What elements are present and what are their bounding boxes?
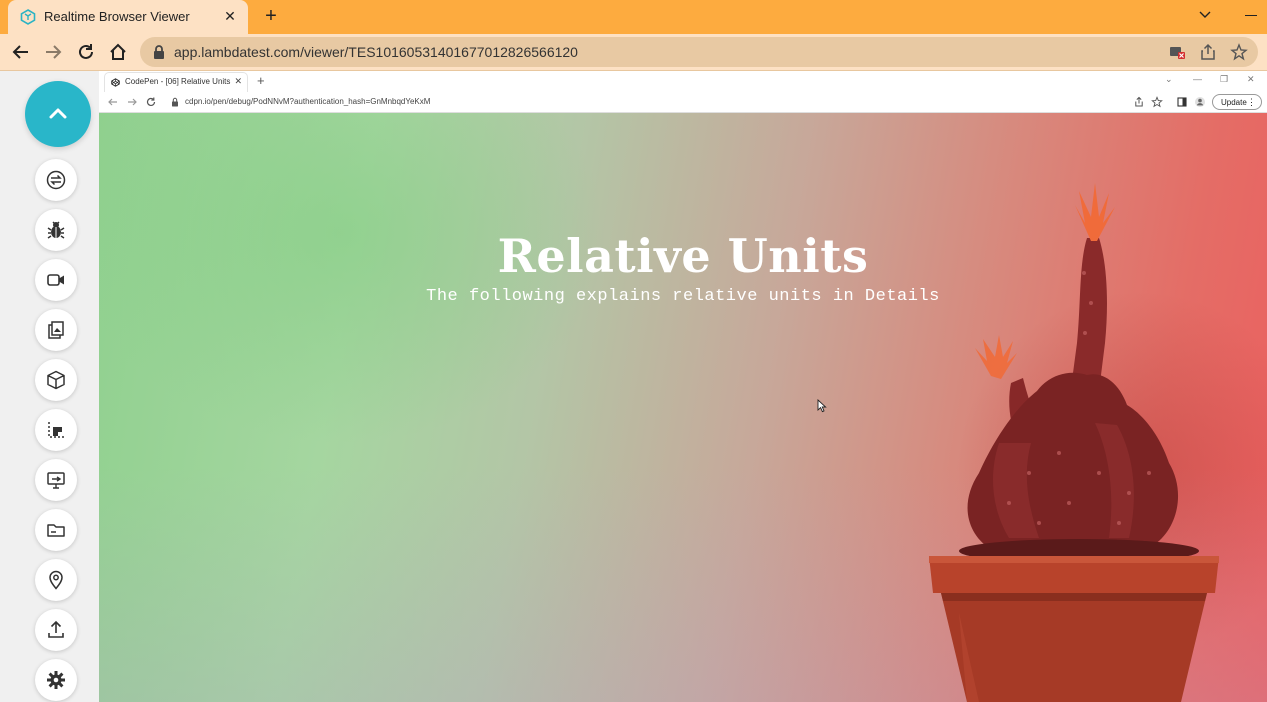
- screenshot-gallery-button[interactable]: [35, 309, 77, 351]
- address-bar[interactable]: app.lambdatest.com/viewer/TES10160531401…: [140, 37, 1258, 67]
- remote-screen-button[interactable]: [35, 459, 77, 501]
- remote-minimize-icon[interactable]: —: [1193, 74, 1202, 84]
- remote-toolbar: cdpn.io/pen/debug/PodNNvM?authentication…: [99, 92, 1267, 113]
- remote-share-icon[interactable]: [1133, 96, 1145, 108]
- resolution-button[interactable]: [35, 409, 77, 451]
- address-url: app.lambdatest.com/viewer/TES10160531401…: [174, 44, 578, 60]
- remote-update-label: Update: [1221, 98, 1247, 107]
- monitor-icon: [47, 472, 65, 489]
- bug-icon: [47, 221, 65, 239]
- settings-button[interactable]: [35, 659, 77, 701]
- folder-icon: [47, 524, 65, 537]
- remote-reload-icon[interactable]: [145, 96, 157, 108]
- remote-profile-avatar-icon[interactable]: [1194, 96, 1206, 108]
- refresh-swap-icon: [46, 170, 66, 190]
- remote-lock-icon: [172, 97, 178, 107]
- home-icon[interactable]: [108, 42, 128, 62]
- bookmark-star-icon[interactable]: [1230, 43, 1248, 61]
- remote-back-arrow-icon[interactable]: [107, 96, 119, 108]
- bug-report-button[interactable]: [35, 209, 77, 251]
- page-title: Relative Units: [497, 229, 869, 283]
- remote-tab-bar: CodePen - [06] Relative Units ✕ + ⌄ — ❐ …: [99, 71, 1267, 92]
- remote-close-tab-icon[interactable]: ✕: [234, 76, 242, 87]
- screen: Realtime Browser Viewer ✕ + app.lambdate…: [0, 0, 1267, 702]
- close-tab-icon[interactable]: ✕: [222, 8, 238, 24]
- lambdatest-sidebar: [0, 71, 99, 702]
- 3d-box-button[interactable]: [35, 359, 77, 401]
- upload-icon: [48, 620, 64, 638]
- cube-icon: [47, 370, 65, 390]
- forward-arrow-icon[interactable]: [43, 42, 63, 62]
- codepen-logo-icon: [111, 78, 120, 87]
- reload-icon[interactable]: [76, 42, 96, 62]
- video-camera-icon: [47, 274, 64, 286]
- crop-icon: [48, 422, 64, 438]
- blocked-popup-icon[interactable]: [1168, 43, 1186, 61]
- remote-restore-icon[interactable]: ❐: [1220, 74, 1228, 85]
- switch-browser-button[interactable]: [35, 159, 77, 201]
- record-video-button[interactable]: [35, 259, 77, 301]
- remote-forward-arrow-icon[interactable]: [126, 96, 138, 108]
- location-pin-icon: [49, 570, 63, 590]
- web-page: Relative Units The following explains re…: [99, 113, 1267, 702]
- new-tab-button[interactable]: +: [260, 5, 282, 27]
- cactus-pot-illustration: [929, 183, 1219, 702]
- remote-close-window-icon[interactable]: ✕: [1247, 74, 1255, 85]
- remote-address-url[interactable]: cdpn.io/pen/debug/PodNNvM?authentication…: [185, 97, 430, 106]
- outer-tab-title: Realtime Browser Viewer: [44, 9, 190, 24]
- gear-icon: [47, 671, 65, 689]
- geolocation-button[interactable]: [35, 559, 77, 601]
- remote-menu-kebab-icon[interactable]: ⋮: [1247, 96, 1256, 108]
- outer-tab-bar: Realtime Browser Viewer ✕ +: [0, 0, 1267, 34]
- mouse-cursor-icon: [817, 399, 827, 413]
- collapse-sidebar-button[interactable]: [25, 81, 91, 147]
- share-icon[interactable]: [1199, 43, 1217, 61]
- tab-search-chevron-icon[interactable]: [1197, 6, 1213, 22]
- lambdatest-logo-icon: [20, 9, 36, 25]
- remote-tab-title: CodePen - [06] Relative Units: [125, 77, 231, 86]
- files-button[interactable]: [35, 509, 77, 551]
- remote-update-button[interactable]: Update ⋮: [1212, 94, 1262, 110]
- outer-tab-realtime-viewer[interactable]: Realtime Browser Viewer ✕: [8, 0, 248, 34]
- lock-icon: [154, 45, 164, 59]
- page-subtitle: The following explains relative units in…: [426, 287, 940, 306]
- remote-tab-search-icon[interactable]: ⌄: [1165, 74, 1173, 85]
- chevron-up-icon: [49, 108, 67, 119]
- remote-new-tab-button[interactable]: +: [257, 73, 265, 88]
- remote-tab-codepen[interactable]: CodePen - [06] Relative Units ✕: [105, 73, 247, 92]
- minimize-window-icon[interactable]: [1245, 15, 1257, 16]
- gallery-icon: [48, 321, 64, 339]
- back-arrow-icon[interactable]: [11, 42, 31, 62]
- outer-toolbar: app.lambdatest.com/viewer/TES10160531401…: [0, 34, 1267, 71]
- remote-bookmark-star-icon[interactable]: [1151, 96, 1163, 108]
- upload-button[interactable]: [35, 609, 77, 651]
- remote-side-panel-icon[interactable]: [1176, 96, 1188, 108]
